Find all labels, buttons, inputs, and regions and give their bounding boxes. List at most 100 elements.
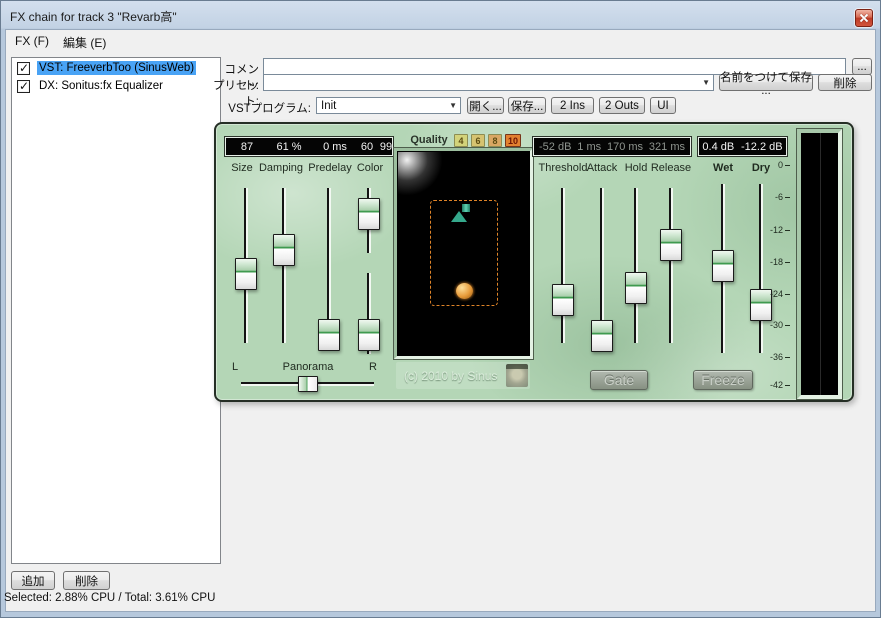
predelay-slider[interactable] — [318, 188, 340, 351]
predelay-label: Predelay — [308, 162, 352, 174]
fx-item-label[interactable]: VST: FreeverbToo (SinusWeb) — [37, 61, 197, 75]
hold-slider[interactable] — [625, 188, 647, 343]
quality-10-button[interactable]: 10 — [505, 134, 521, 147]
predelay-slider-handle[interactable] — [318, 318, 340, 351]
fx-enabled-checkbox[interactable] — [17, 61, 30, 75]
quality-8-button[interactable]: 8 — [488, 134, 502, 147]
attack-label: Attack — [586, 162, 618, 174]
color-high-slider-handle[interactable] — [358, 198, 380, 230]
reverb-values-display: 87 61 % 0 ms 60 99 — [225, 137, 393, 156]
attack-slider[interactable] — [591, 188, 613, 353]
save-program-button[interactable]: 保存... — [508, 97, 546, 114]
remove-fx-button[interactable]: 削除 — [63, 571, 110, 590]
wet-label: Wet — [713, 162, 733, 174]
menu-item-edit[interactable]: 編集 (E) — [59, 33, 110, 52]
listener-ball-icon — [456, 283, 473, 299]
dry-slider-handle[interactable] — [750, 289, 772, 321]
source-lamp-top — [462, 204, 470, 212]
dry-value: -12.2 dB — [741, 140, 783, 153]
wet-slider[interactable] — [712, 184, 734, 353]
attack-value: 1 ms — [577, 140, 602, 153]
size-value: 87 — [240, 140, 254, 153]
save-preset-as-button[interactable]: 名前をつけて保存 ... — [719, 72, 813, 97]
release-slider[interactable] — [660, 188, 682, 343]
threshold-label: Threshold — [538, 162, 588, 174]
pan-right-label: R — [369, 361, 377, 373]
predelay-value: 0 ms — [323, 140, 347, 153]
fx-list-item[interactable]: VST: FreeverbToo (SinusWeb) — [14, 60, 197, 76]
pan-left-label: L — [231, 361, 239, 373]
freeverbtoo-plugin-panel: 87 61 % 0 ms 60 99 Size Damping Predelay… — [214, 122, 854, 402]
meter-scale-label: -12 — [770, 225, 790, 235]
quality-6-button[interactable]: 6 — [471, 134, 485, 147]
threshold-slider-track — [561, 188, 565, 343]
threshold-value: -52 dB — [539, 140, 572, 153]
hold-slider-track — [634, 188, 638, 343]
panorama-slider[interactable] — [241, 374, 374, 392]
color-value-a: 60 — [360, 140, 374, 153]
ui-button[interactable]: UI — [650, 97, 676, 114]
gate-button[interactable]: Gate — [590, 370, 648, 390]
panorama-label: Panorama — [282, 361, 334, 373]
add-fx-button[interactable]: 追加 — [11, 571, 55, 590]
wet-slider-handle[interactable] — [712, 249, 734, 282]
meter-channel-divider — [819, 133, 821, 395]
cpu-status-text: Selected: 2.88% CPU / Total: 3.61% CPU — [4, 592, 216, 604]
dry-label: Dry — [751, 162, 771, 174]
close-button[interactable] — [855, 9, 873, 27]
dry-slider[interactable] — [750, 184, 772, 353]
panorama-slider-handle[interactable] — [297, 376, 318, 392]
gate-values-display: -52 dB 1 ms 170 ms 321 ms — [533, 137, 691, 156]
color-low-slider-handle[interactable] — [358, 318, 380, 351]
damping-value: 61 % — [276, 140, 302, 153]
display-glare — [398, 152, 448, 196]
fx-enabled-checkbox[interactable] — [17, 79, 30, 93]
size-slider[interactable] — [235, 188, 257, 343]
quality-label: Quality — [410, 134, 448, 146]
meter-scale-label: -30 — [770, 320, 790, 330]
quality-4-button[interactable]: 4 — [454, 134, 468, 147]
hold-label: Hold — [624, 162, 648, 174]
close-icon — [860, 14, 868, 22]
vst-program-label: VSTプログラム: — [228, 103, 311, 115]
fx-chain-list[interactable]: VST: FreeverbToo (SinusWeb) DX: Sonitus:… — [11, 57, 221, 564]
dropdown-arrow-icon: ▼ — [702, 78, 710, 87]
preset-combobox[interactable]: ▼ — [263, 74, 714, 91]
outs-button[interactable]: 2 Outs — [599, 97, 645, 114]
color-value-b: 99 — [379, 140, 393, 153]
threshold-slider[interactable] — [552, 188, 574, 343]
fx-list-item[interactable]: DX: Sonitus:fx Equalizer — [14, 78, 165, 94]
hold-value: 170 ms — [606, 140, 644, 153]
hold-slider-handle[interactable] — [625, 271, 647, 304]
attack-slider-handle[interactable] — [591, 320, 613, 353]
output-level-meter — [797, 129, 842, 399]
copyright-text: (c) 2010 by Sinus — [404, 368, 498, 383]
wet-dry-display: 0.4 dB -12.2 dB — [698, 137, 787, 156]
dropdown-arrow-icon: ▼ — [449, 101, 457, 110]
vst-program-value: Init — [321, 99, 337, 112]
meter-scale-label: -36 — [770, 352, 790, 362]
threshold-slider-handle[interactable] — [552, 283, 574, 316]
meter-scale-label: -42 — [770, 380, 790, 390]
damping-label: Damping — [258, 162, 304, 174]
dry-slider-track — [759, 184, 763, 353]
comment-more-button[interactable]: ... — [852, 58, 872, 75]
fx-item-label[interactable]: DX: Sonitus:fx Equalizer — [37, 79, 165, 93]
reverb-visual-display — [394, 148, 533, 359]
color-low-slider[interactable] — [358, 273, 380, 354]
delete-preset-button[interactable]: 削除 — [818, 74, 872, 91]
sinus-face-image — [506, 364, 528, 387]
vst-program-combobox[interactable]: Init ▼ — [316, 97, 461, 114]
damping-slider-handle[interactable] — [273, 234, 295, 266]
color-label: Color — [356, 162, 384, 174]
ins-button[interactable]: 2 Ins — [551, 97, 594, 114]
color-high-slider[interactable] — [358, 188, 380, 253]
size-slider-handle[interactable] — [235, 258, 257, 291]
damping-slider[interactable] — [273, 188, 295, 343]
release-slider-handle[interactable] — [660, 229, 682, 262]
open-program-button[interactable]: 開く... — [467, 97, 504, 114]
window-title: FX chain for track 3 "Revarb高" — [10, 10, 177, 24]
source-lamp-icon — [451, 211, 467, 222]
freeze-button[interactable]: Freeze — [693, 370, 753, 390]
menu-item-fx[interactable]: FX (F) — [11, 33, 53, 49]
